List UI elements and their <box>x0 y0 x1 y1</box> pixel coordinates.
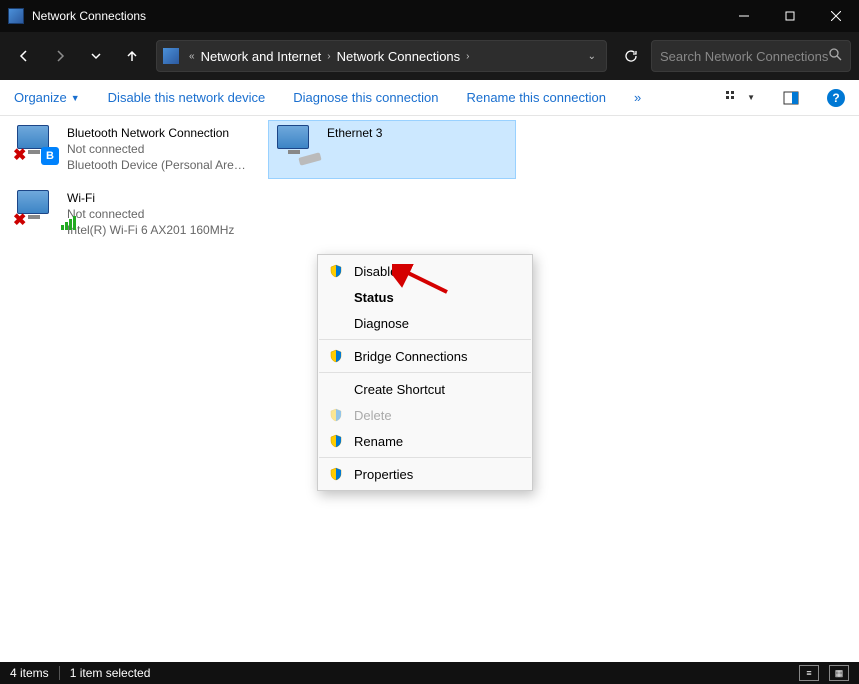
separator <box>59 666 60 680</box>
separator <box>319 457 531 458</box>
toolbar: Organize▼ Disable this network device Di… <box>0 80 859 116</box>
context-bridge[interactable]: Bridge Connections <box>318 343 532 369</box>
chevron-right-icon: › <box>466 51 469 62</box>
details-view-button[interactable]: ≡ <box>799 665 819 681</box>
organize-menu[interactable]: Organize▼ <box>14 90 80 105</box>
connection-item-ethernet[interactable]: Ethernet 3 <box>268 120 516 179</box>
selection-count: 1 item selected <box>70 666 151 680</box>
shield-icon <box>328 263 344 279</box>
search-input[interactable]: Search Network Connections <box>651 40 851 72</box>
item-count: 4 items <box>10 666 49 680</box>
more-commands-button[interactable]: » <box>634 90 641 105</box>
shield-icon <box>328 407 344 423</box>
disconnected-x-icon: ✖ <box>13 145 26 165</box>
breadcrumb[interactable]: « Network and Internet › Network Connect… <box>156 40 607 72</box>
breadcrumb-prefix: « <box>189 51 195 62</box>
connection-status: Not connected <box>67 141 251 157</box>
breadcrumb-item[interactable]: Network and Internet <box>201 49 322 64</box>
minimize-button[interactable] <box>721 0 767 32</box>
bluetooth-adapter-icon: ✖ B <box>13 125 61 165</box>
breadcrumb-dropdown[interactable]: ⌄ <box>584 51 600 62</box>
statusbar: 4 items 1 item selected ≡ ▦ <box>0 662 859 684</box>
shield-icon <box>328 348 344 364</box>
connection-device: Bluetooth Device (Personal Area ... <box>67 157 251 173</box>
context-menu: Disable Status Diagnose Bridge Connectio… <box>317 254 533 491</box>
disconnected-x-icon: ✖ <box>13 210 26 230</box>
connection-item-wifi[interactable]: ✖ Wi-Fi Not connected Intel(R) Wi-Fi 6 A… <box>8 185 256 244</box>
context-rename[interactable]: Rename <box>318 428 532 454</box>
close-button[interactable] <box>813 0 859 32</box>
connection-name: Wi-Fi <box>67 190 234 206</box>
context-status[interactable]: Status <box>318 284 532 310</box>
view-options-button[interactable]: ▼ <box>725 90 755 106</box>
recent-dropdown-button[interactable] <box>80 40 112 72</box>
window-controls <box>721 0 859 32</box>
content-area: ✖ B Bluetooth Network Connection Not con… <box>0 116 859 662</box>
connection-name: Bluetooth Network Connection <box>67 125 251 141</box>
wifi-adapter-icon: ✖ <box>13 190 61 230</box>
up-button[interactable] <box>116 40 148 72</box>
preview-pane-button[interactable] <box>783 90 799 106</box>
context-diagnose[interactable]: Diagnose <box>318 310 532 336</box>
ethernet-adapter-icon <box>273 125 321 165</box>
context-create-shortcut[interactable]: Create Shortcut <box>318 376 532 402</box>
search-icon <box>829 48 842 64</box>
context-disable[interactable]: Disable <box>318 258 532 284</box>
breadcrumb-item[interactable]: Network Connections <box>337 49 461 64</box>
separator <box>319 372 531 373</box>
location-icon <box>163 48 179 64</box>
shield-icon <box>328 433 344 449</box>
navbar: « Network and Internet › Network Connect… <box>0 32 859 80</box>
connection-name: Ethernet 3 <box>327 125 382 141</box>
rename-button[interactable]: Rename this connection <box>466 90 605 105</box>
app-icon <box>8 8 24 24</box>
search-placeholder: Search Network Connections <box>660 49 828 64</box>
connection-status: Not connected <box>67 206 234 222</box>
disable-device-button[interactable]: Disable this network device <box>108 90 266 105</box>
shield-icon <box>328 466 344 482</box>
window-title: Network Connections <box>32 9 721 23</box>
help-button[interactable]: ? <box>827 89 845 107</box>
diagnose-button[interactable]: Diagnose this connection <box>293 90 438 105</box>
maximize-button[interactable] <box>767 0 813 32</box>
chevron-right-icon: › <box>327 51 330 62</box>
large-icons-view-button[interactable]: ▦ <box>829 665 849 681</box>
back-button[interactable] <box>8 40 40 72</box>
connection-item-bluetooth[interactable]: ✖ B Bluetooth Network Connection Not con… <box>8 120 256 179</box>
context-delete: Delete <box>318 402 532 428</box>
separator <box>319 339 531 340</box>
forward-button[interactable] <box>44 40 76 72</box>
bluetooth-icon: B <box>41 147 59 165</box>
refresh-button[interactable] <box>615 40 647 72</box>
context-properties[interactable]: Properties <box>318 461 532 487</box>
titlebar: Network Connections <box>0 0 859 32</box>
cable-icon <box>298 152 321 165</box>
connection-device: Intel(R) Wi-Fi 6 AX201 160MHz <box>67 222 234 238</box>
